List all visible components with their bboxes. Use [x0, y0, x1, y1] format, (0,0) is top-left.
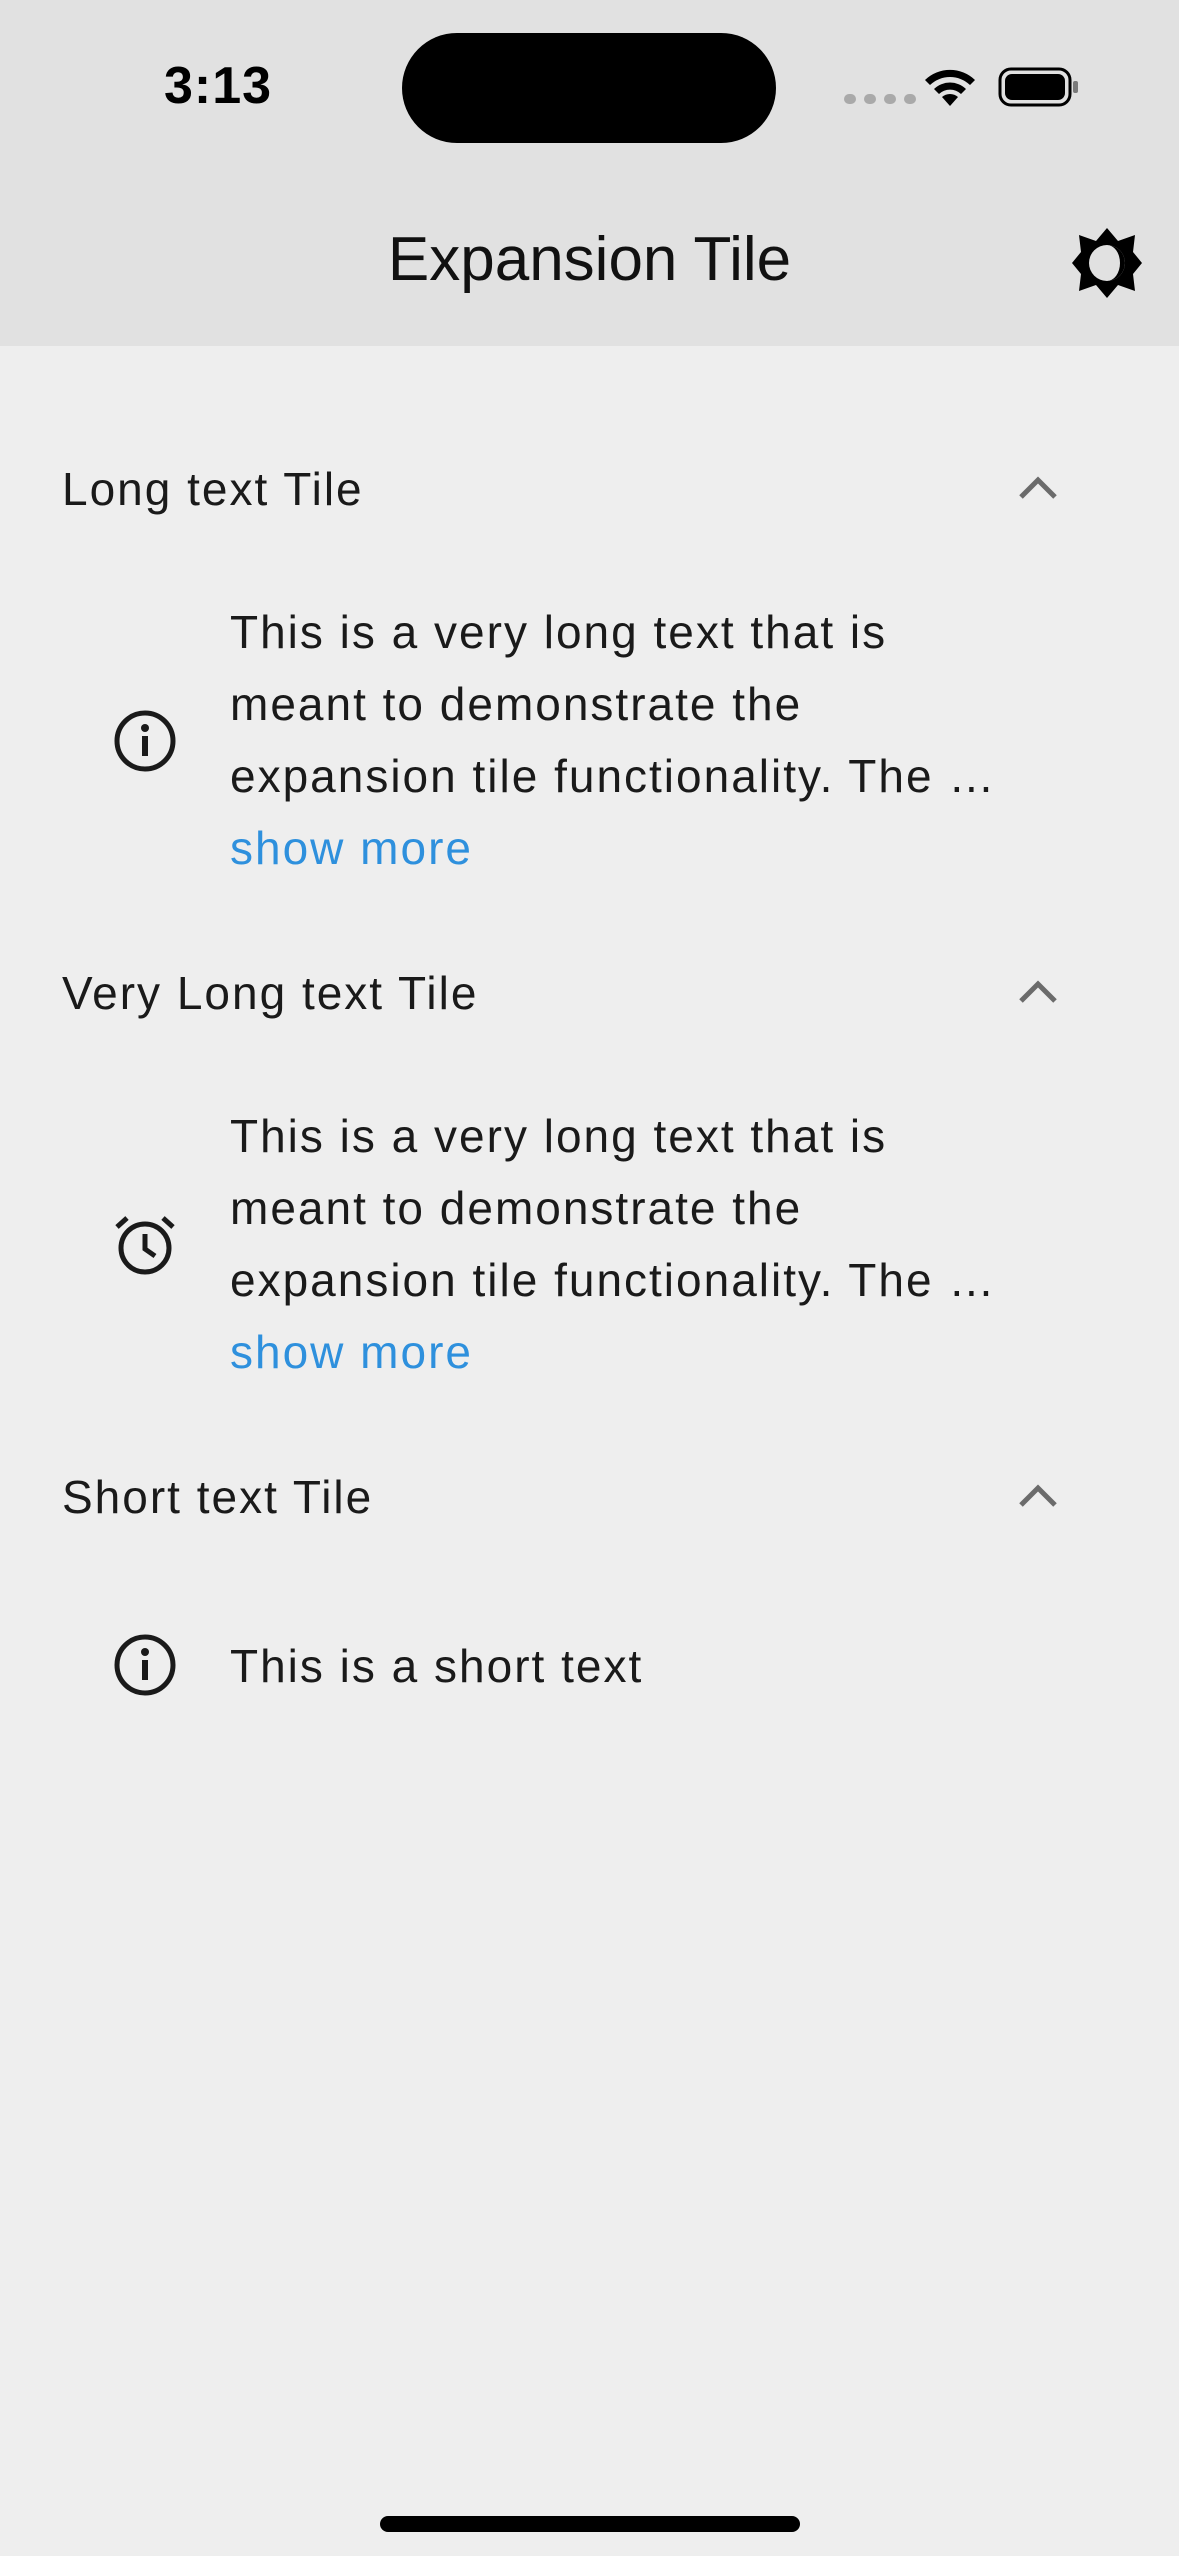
app-bar: Expansion Tile [0, 180, 1179, 346]
tile-text-line: expansion tile functionality. The … [230, 1254, 997, 1306]
page-title: Expansion Tile [387, 225, 792, 294]
show-more-link[interactable]: show more [230, 812, 1060, 884]
tile-text-line: meant to demonstrate the [230, 1182, 803, 1234]
tile-content-text: This is a very long text that is meant t… [230, 596, 1060, 884]
brightness-icon[interactable] [1070, 226, 1144, 300]
home-indicator[interactable] [380, 2516, 800, 2532]
info-icon [114, 710, 176, 772]
alarm-icon [115, 1216, 175, 1275]
tile-content-text: This is a very long text that is meant t… [230, 1100, 1060, 1388]
chevron-up-icon[interactable] [1016, 472, 1060, 502]
tile-title: Short text Tile [62, 1471, 374, 1523]
tile-header-short-text[interactable]: Short text Tile [0, 1442, 1179, 1552]
tile-content-text: This is a short text [230, 1630, 1060, 1702]
tile-header-long-text[interactable]: Long text Tile [0, 434, 1179, 544]
tile-header-very-long-text[interactable]: Very Long text Tile [0, 938, 1179, 1048]
chevron-up-icon[interactable] [1016, 1480, 1060, 1510]
info-icon [114, 1634, 176, 1696]
tile-text-line: expansion tile functionality. The … [230, 750, 997, 802]
cellular-signal-icon [844, 94, 916, 104]
tile-title: Long text Tile [62, 463, 364, 515]
wifi-icon [925, 69, 975, 106]
tile-text-line: meant to demonstrate the [230, 678, 803, 730]
tile-text-line: This is a short text [230, 1640, 644, 1692]
chevron-up-icon[interactable] [1016, 976, 1060, 1006]
battery-icon [998, 67, 1078, 107]
tile-text-line: This is a very long text that is [230, 606, 888, 658]
status-bar: 3:13 [0, 0, 1179, 180]
tile-text-line: This is a very long text that is [230, 1110, 888, 1162]
show-more-link[interactable]: show more [230, 1316, 1060, 1388]
tile-title: Very Long text Tile [62, 967, 479, 1019]
dynamic-island [402, 33, 776, 143]
status-time: 3:13 [164, 57, 273, 115]
